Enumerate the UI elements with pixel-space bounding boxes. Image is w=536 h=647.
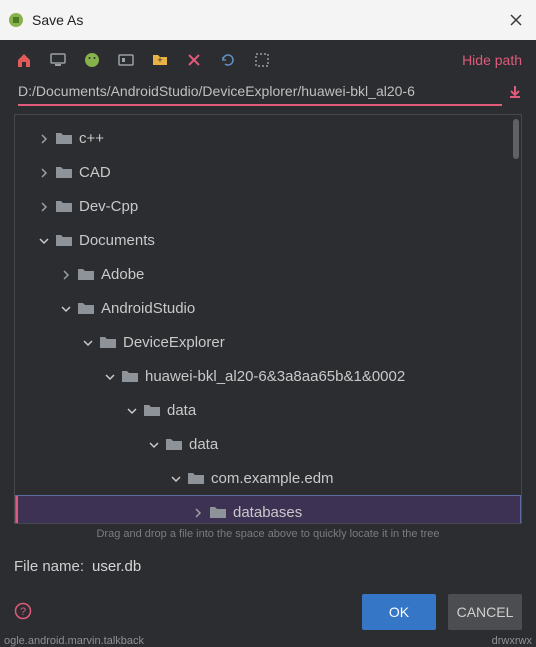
select-icon[interactable] — [252, 50, 272, 70]
folder-icon — [121, 369, 139, 383]
folder-icon — [55, 233, 73, 247]
download-icon[interactable] — [508, 85, 522, 102]
folder-icon — [143, 403, 161, 417]
filename-input[interactable] — [92, 554, 522, 578]
title-bar: Save As — [0, 0, 536, 40]
folder-icon — [99, 335, 117, 349]
chevron-down-icon[interactable] — [127, 404, 139, 416]
path-input[interactable] — [18, 80, 502, 106]
tree-row[interactable]: c++ — [15, 121, 521, 155]
folder-icon — [165, 437, 183, 451]
chevron-down-icon[interactable] — [149, 438, 161, 450]
tree-item-label: DeviceExplorer — [123, 334, 225, 351]
scrollbar-thumb[interactable] — [513, 119, 519, 159]
cancel-button[interactable]: CANCEL — [448, 594, 522, 630]
folder-icon — [187, 471, 205, 485]
tree-row[interactable]: CAD — [15, 155, 521, 189]
tree-item-label: CAD — [79, 164, 111, 181]
tree-row[interactable]: data — [15, 393, 521, 427]
tree-row[interactable]: databases — [15, 495, 521, 524]
tree-item-label: c++ — [79, 130, 104, 147]
help-icon[interactable]: ? — [14, 602, 32, 623]
tree-row[interactable]: DeviceExplorer — [15, 325, 521, 359]
android-icon[interactable] — [82, 50, 102, 70]
chevron-right-icon[interactable] — [61, 268, 73, 280]
tree-row[interactable]: data — [15, 427, 521, 461]
ok-button[interactable]: OK — [362, 594, 436, 630]
folder-icon — [55, 199, 73, 213]
chevron-down-icon[interactable] — [39, 234, 51, 246]
tree-row[interactable]: Adobe — [15, 257, 521, 291]
chevron-down-icon[interactable] — [61, 302, 73, 314]
folder-icon — [55, 131, 73, 145]
desktop-icon[interactable] — [48, 50, 68, 70]
folder-tree[interactable]: c++ CAD Dev-Cpp Documents Adobe AndroidStudio… — [14, 114, 522, 524]
chevron-down-icon[interactable] — [105, 370, 117, 382]
app-icon — [8, 12, 24, 28]
new-folder-icon[interactable]: + — [150, 50, 170, 70]
svg-text:?: ? — [20, 606, 26, 618]
hide-path-link[interactable]: Hide path — [462, 52, 522, 68]
folder-icon — [77, 301, 95, 315]
chevron-right-icon[interactable] — [39, 132, 51, 144]
refresh-icon[interactable] — [218, 50, 238, 70]
tree-item-label: com.example.edm — [211, 470, 334, 487]
folder-icon — [55, 165, 73, 179]
chevron-right-icon[interactable] — [39, 200, 51, 212]
home-icon[interactable] — [14, 50, 34, 70]
chevron-down-icon[interactable] — [83, 336, 95, 348]
tree-item-label: databases — [233, 504, 302, 521]
tree-row[interactable]: Documents — [15, 223, 521, 257]
chevron-down-icon[interactable] — [171, 472, 183, 484]
tree-item-label: Dev-Cpp — [79, 198, 138, 215]
tree-item-label: data — [167, 402, 196, 419]
svg-text:+: + — [157, 55, 162, 65]
tree-row[interactable]: AndroidStudio — [15, 291, 521, 325]
chevron-right-icon[interactable] — [39, 166, 51, 178]
save-dialog: + Hide path c++ CAD Dev-Cpp Documents Adobe A… — [0, 40, 536, 647]
window-title: Save As — [32, 12, 504, 28]
filename-label: File name: — [14, 558, 84, 575]
module-icon[interactable] — [116, 50, 136, 70]
tree-hint: Drag and drop a file into the space abov… — [0, 524, 536, 548]
tree-row[interactable]: com.example.edm — [15, 461, 521, 495]
folder-icon — [77, 267, 95, 281]
chevron-right-icon[interactable] — [193, 506, 205, 518]
toolbar: + Hide path — [0, 40, 536, 76]
tree-item-label: data — [189, 436, 218, 453]
tree-item-label: Adobe — [101, 266, 144, 283]
delete-icon[interactable] — [184, 50, 204, 70]
tree-row[interactable]: Dev-Cpp — [15, 189, 521, 223]
filename-row: File name: — [0, 548, 536, 584]
button-row: ? OK CANCEL — [0, 584, 536, 644]
window-close-button[interactable] — [504, 8, 528, 32]
tree-item-label: AndroidStudio — [101, 300, 195, 317]
tree-item-label: huawei-bkl_al20-6&3a8aa65b&1&0002 — [145, 368, 405, 385]
path-row — [0, 76, 536, 106]
folder-icon — [209, 505, 227, 519]
tree-row[interactable]: huawei-bkl_al20-6&3a8aa65b&1&0002 — [15, 359, 521, 393]
tree-item-label: Documents — [79, 232, 155, 249]
